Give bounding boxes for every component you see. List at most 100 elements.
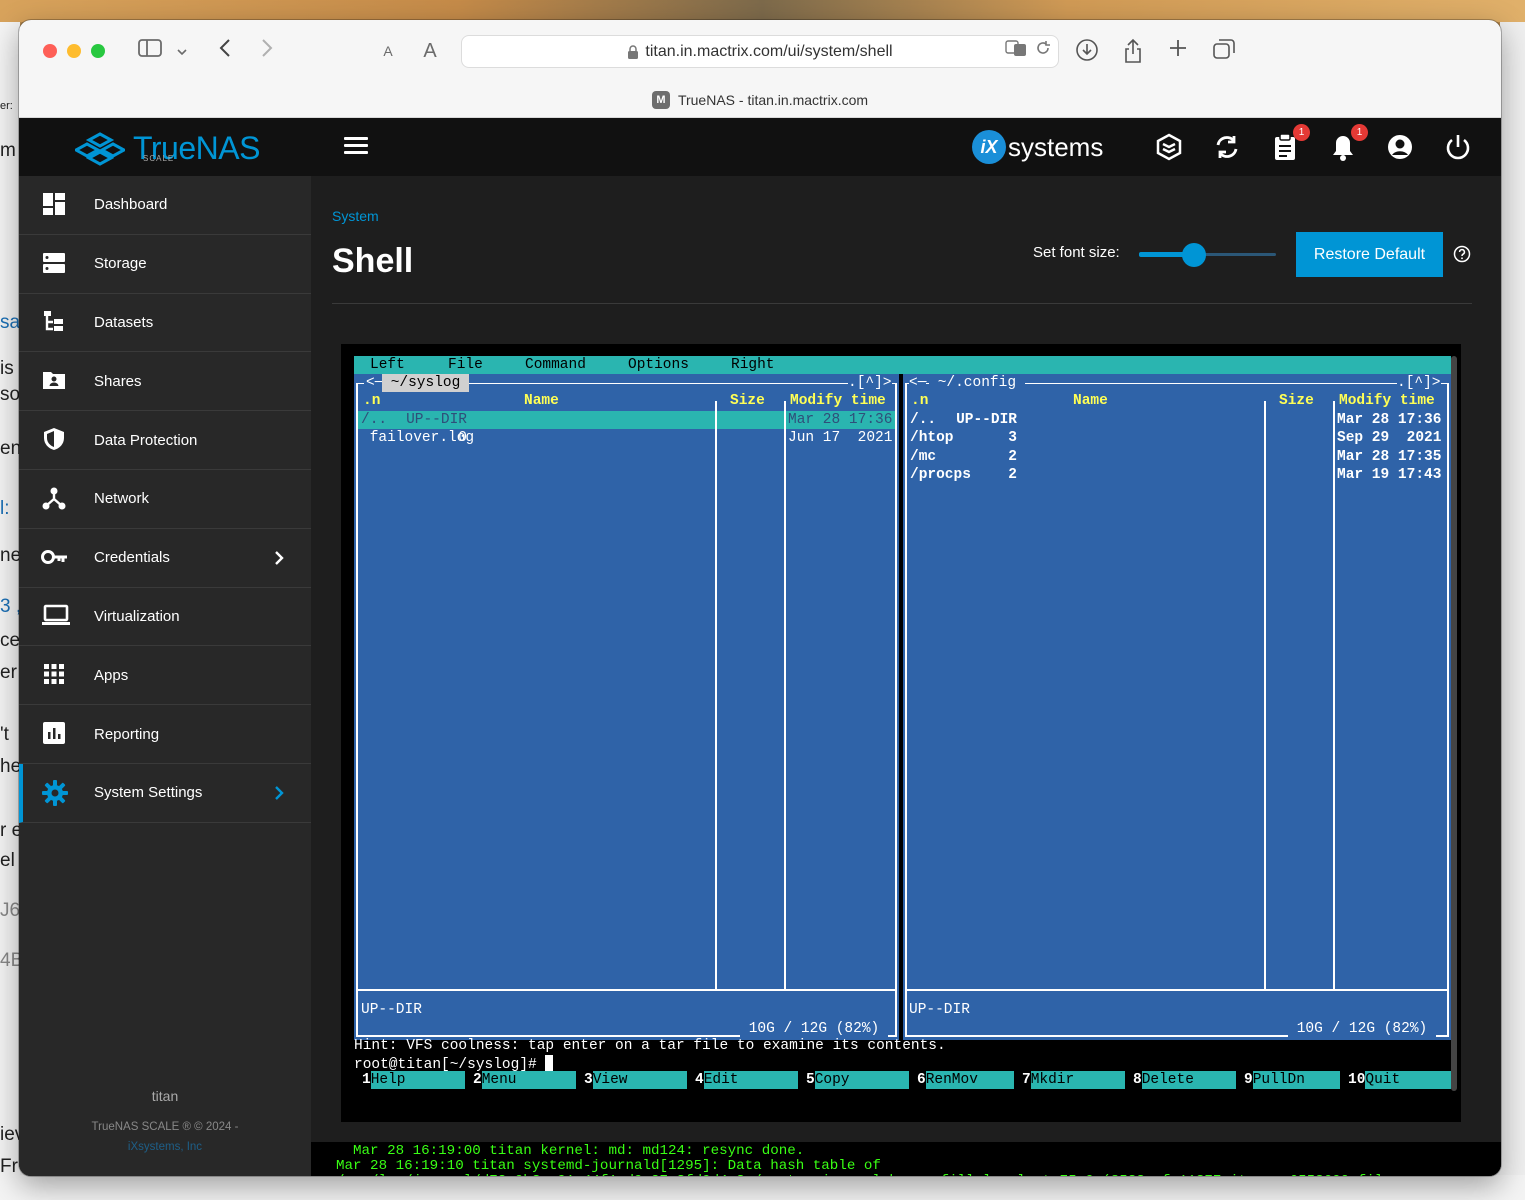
sidebar-item-system-settings[interactable]: System Settings	[19, 763, 311, 823]
right-col-mtime[interactable]: Modify time	[1339, 392, 1435, 410]
reporting-icon	[41, 720, 69, 748]
fkey-view[interactable]: View	[592, 1071, 687, 1089]
truenas-logo[interactable]: TrueNAS	[75, 126, 260, 170]
background-text-fragment: en	[0, 438, 22, 459]
left-col-name[interactable]: Name	[524, 392, 559, 410]
console-line: Mar 28 16:19:10 titan systemd-journald[1…	[336, 1158, 881, 1174]
left-panel-status: UP--DIR	[361, 1002, 422, 1018]
sidebar-item-label: Storage	[94, 255, 147, 273]
breadcrumb[interactable]: System	[332, 208, 379, 224]
new-tab-icon[interactable]	[1167, 38, 1189, 64]
zoom-window-button[interactable]	[91, 44, 105, 58]
sidebar-item-label: Virtualization	[94, 607, 180, 625]
desktop-right-strip	[1500, 22, 1525, 1200]
sidebar-item-label: Reporting	[94, 725, 160, 743]
text-smaller-button[interactable]: A	[379, 38, 397, 64]
sidebar-item-network[interactable]: Network	[19, 470, 311, 529]
sidebar-item-shares[interactable]: Shares	[19, 352, 311, 412]
fkey-pulldn[interactable]: PullDn	[1252, 1071, 1340, 1089]
file-size: 3	[1008, 430, 1017, 447]
left-panel-corner[interactable]: .[^]>	[848, 374, 892, 393]
sidebar-item-label: Network	[94, 490, 150, 508]
left-disk-usage: 10G / 12G (82%)	[740, 1020, 888, 1039]
mc-menu-left[interactable]: Left	[370, 356, 405, 374]
downloads-icon[interactable]	[1075, 38, 1099, 64]
sidebar-item-storage[interactable]: Storage	[19, 235, 311, 294]
tab-title[interactable]: TrueNAS - titan.in.mactrix.com	[678, 92, 868, 108]
col-separator	[715, 401, 717, 989]
sidebar-item-dashboard[interactable]: Dashboard	[19, 176, 311, 235]
network-icon	[41, 485, 69, 513]
mc-menu-options[interactable]: Options	[628, 356, 689, 374]
fkey-help[interactable]: Help	[370, 1071, 465, 1089]
fkey-renmov[interactable]: RenMov	[925, 1071, 1014, 1089]
fkey-quit[interactable]: Quit	[1365, 1071, 1451, 1089]
fkey-edit[interactable]: Edit	[703, 1071, 798, 1089]
sync-icon[interactable]	[1212, 132, 1242, 162]
file-size: 2	[1008, 466, 1017, 483]
file-name[interactable]: /procps	[910, 466, 971, 484]
file-name[interactable]: failover.log	[361, 429, 474, 447]
menu-toggle-icon[interactable]	[344, 137, 368, 157]
right-col-name[interactable]: Name	[1073, 392, 1108, 410]
chevron-down-icon[interactable]	[173, 38, 191, 64]
minimize-window-button[interactable]	[67, 44, 81, 58]
sidebar-item-datasets[interactable]: Datasets	[19, 294, 311, 353]
forward-icon[interactable]	[257, 38, 277, 64]
file-mtime: Mar 28 17:35	[1337, 448, 1442, 465]
mc-menu-command[interactable]: Command	[525, 356, 586, 374]
col-separator	[784, 401, 786, 989]
console-messages: Mar 28 16:19:00 titan kernel: md: md124:…	[311, 1142, 1501, 1176]
back-icon[interactable]	[215, 38, 235, 64]
share-icon[interactable]	[1122, 38, 1144, 64]
text-larger-button[interactable]: A	[419, 38, 441, 64]
ixsystems-link[interactable]: iXsystems, Inc	[19, 1141, 311, 1153]
background-text-fragment: ce	[0, 630, 21, 651]
right-panel-corner[interactable]: .[^]>	[1397, 374, 1441, 393]
tab-overview-icon[interactable]	[1211, 38, 1237, 64]
sidebar-item-credentials[interactable]: Credentials	[19, 529, 311, 588]
mc-menu-right[interactable]: Right	[731, 356, 775, 374]
terminal-scrollbar[interactable]	[1451, 356, 1457, 1091]
mc-menu-file[interactable]: File	[448, 356, 483, 374]
file-name[interactable]: /htop	[910, 429, 954, 447]
file-name[interactable]: /..	[361, 411, 387, 429]
terminal[interactable]: Left File Command Options Right <─ ~/syslog …	[341, 344, 1461, 1122]
sidebar-item-data-protection[interactable]: Data Protection	[19, 411, 311, 470]
mc-left-panel[interactable]: <─ ~/syslog .[^]> .n Name Size Modify ti…	[354, 374, 899, 1040]
fkey-mkdir[interactable]: Mkdir	[1030, 1071, 1125, 1089]
fkey-menu[interactable]: Menu	[481, 1071, 576, 1089]
help-icon[interactable]	[1453, 245, 1471, 263]
font-size-slider[interactable]	[1139, 243, 1276, 267]
left-col-mtime[interactable]: Modify time	[790, 392, 886, 410]
right-panel-path[interactable]: ~/.config	[929, 374, 1025, 393]
file-name[interactable]: /..	[910, 411, 936, 429]
fkey-copy[interactable]: Copy	[814, 1071, 909, 1089]
left-panel-path[interactable]: ~/syslog	[382, 374, 470, 393]
right-col-size[interactable]: Size	[1279, 392, 1314, 410]
account-icon[interactable]	[1385, 132, 1415, 162]
bell-icon[interactable]: 1	[1328, 124, 1368, 162]
restore-default-button[interactable]: Restore Default	[1296, 232, 1443, 277]
jobs-clipboard-icon[interactable]: 1	[1270, 124, 1310, 162]
translate-icon[interactable]	[1005, 38, 1027, 64]
mc-right-panel[interactable]: <─ ~/.config .[^]> .n Name Size Modify t…	[903, 374, 1451, 1040]
reload-icon[interactable]	[1033, 38, 1053, 64]
sidebar-item-reporting[interactable]: Reporting	[19, 705, 311, 764]
alerts-badge: 1	[1351, 124, 1368, 141]
sidebar-item-virtualization[interactable]: Virtualization	[19, 588, 311, 647]
left-col-size[interactable]: Size	[730, 392, 765, 410]
sidebar-item-apps[interactable]: Apps	[19, 646, 311, 706]
ixsystems-logo[interactable]: iX systems	[972, 130, 1103, 164]
truecommand-icon[interactable]	[1154, 132, 1184, 162]
main-content: System Shell Set font size: Restore Defa…	[311, 176, 1501, 1176]
panel-corner-left: <─	[909, 374, 927, 393]
slider-thumb[interactable]	[1181, 243, 1206, 267]
close-window-button[interactable]	[43, 44, 57, 58]
file-name[interactable]: /mc	[910, 448, 936, 466]
power-icon[interactable]	[1443, 132, 1473, 162]
console-line: Mar 28 16:19:00 titan kernel: md: md124:…	[336, 1143, 805, 1159]
fkey-delete[interactable]: Delete	[1141, 1071, 1236, 1089]
sidebar-toggle-icon[interactable]	[137, 38, 163, 64]
address-bar[interactable]: titan.in.mactrix.com/ui/system/shell	[461, 35, 1059, 68]
